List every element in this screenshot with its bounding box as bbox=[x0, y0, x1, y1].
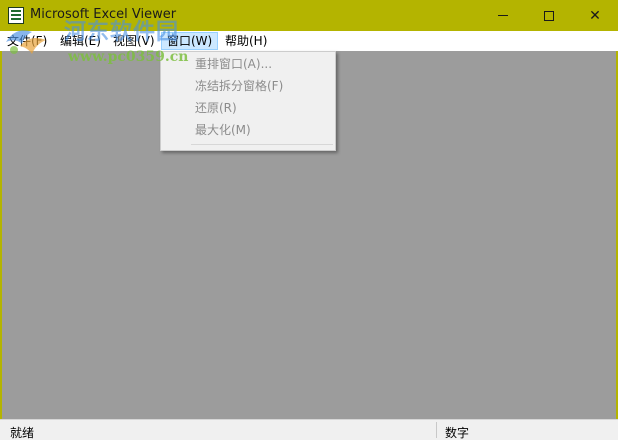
minimize-icon bbox=[498, 15, 508, 16]
status-ready-text: 就绪 bbox=[10, 426, 35, 440]
minimize-button[interactable] bbox=[480, 0, 526, 31]
watermark-name: 河东软件园 bbox=[64, 19, 180, 45]
window-menu-dropdown: 重排窗口(A)... 冻结拆分窗格(F) 还原(R) 最大化(M) bbox=[160, 51, 336, 151]
menu-item-restore[interactable]: 还原(R) bbox=[195, 98, 237, 118]
menu-item-freeze-panes[interactable]: 冻结拆分窗格(F) bbox=[195, 76, 283, 96]
maximize-button[interactable] bbox=[526, 0, 572, 31]
status-bar: 就绪 数字 bbox=[0, 419, 618, 440]
close-button[interactable]: ✕ bbox=[572, 0, 618, 31]
maximize-icon bbox=[544, 10, 554, 21]
menu-item-arrange-windows[interactable]: 重排窗口(A)... bbox=[195, 54, 272, 74]
close-icon: ✕ bbox=[589, 7, 601, 24]
status-divider bbox=[436, 422, 437, 438]
watermark-url: www.pc0359.cn bbox=[68, 49, 189, 65]
status-num-indicator: 数字 bbox=[445, 426, 470, 440]
excel-viewer-window: Microsoft Excel Viewer ✕ 文件(F) 编辑(E) 视图(… bbox=[0, 0, 618, 440]
menu-help[interactable]: 帮助(H) bbox=[220, 32, 272, 50]
menu-separator bbox=[191, 144, 333, 145]
watermark-logo-icon bbox=[6, 30, 46, 54]
menu-item-maximize[interactable]: 最大化(M) bbox=[195, 120, 251, 140]
